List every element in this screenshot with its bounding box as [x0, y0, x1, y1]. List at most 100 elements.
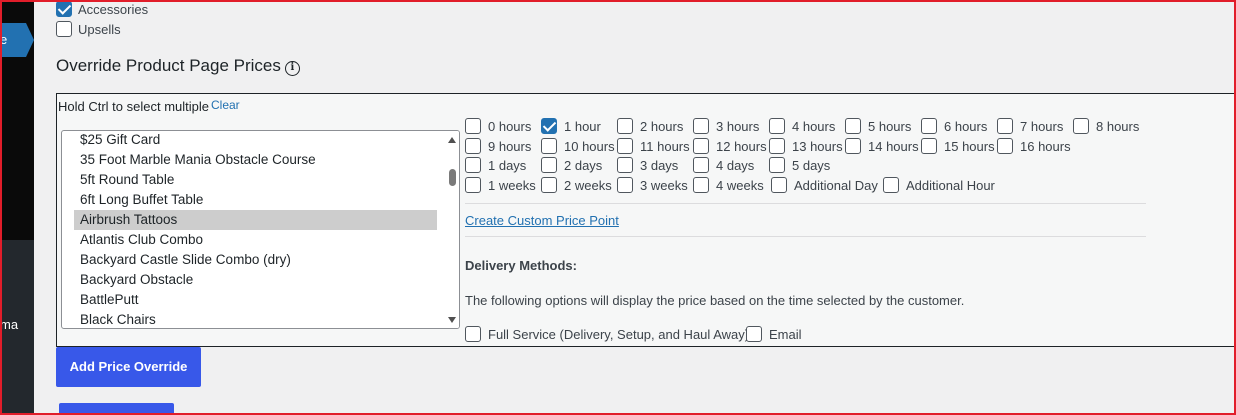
price-point-option[interactable]: 4 hours	[769, 118, 835, 136]
product-option[interactable]: 6ft Long Buffet Table	[74, 190, 437, 210]
price-point-checkbox[interactable]	[541, 138, 557, 154]
delivery-email[interactable]: Email	[746, 326, 802, 344]
product-option[interactable]: 5ft Round Table	[74, 170, 437, 190]
product-option[interactable]: Atlantis Club Combo	[74, 230, 437, 250]
price-point-option[interactable]: Additional Day	[771, 177, 878, 195]
price-point-label: 9 hours	[488, 139, 532, 154]
price-point-checkbox[interactable]	[617, 157, 633, 173]
price-point-checkbox[interactable]	[693, 138, 709, 154]
product-option[interactable]: 35 Foot Marble Mania Obstacle Course	[74, 150, 437, 170]
price-point-checkbox[interactable]	[541, 118, 557, 134]
price-point-checkbox[interactable]	[617, 177, 633, 193]
product-type-accessories[interactable]: Accessories	[56, 1, 148, 19]
price-point-option[interactable]: 8 hours	[1073, 118, 1139, 136]
product-option[interactable]: Backyard Castle Slide Combo (dry)	[74, 250, 437, 270]
add-price-override-button[interactable]: Add Price Override	[56, 347, 201, 387]
price-point-checkbox[interactable]	[883, 177, 899, 193]
price-point-option[interactable]: 7 hours	[997, 118, 1063, 136]
product-listbox[interactable]: $25 Gift Card 35 Foot Marble Mania Obstac…	[61, 130, 460, 329]
price-point-label: 5 days	[792, 158, 831, 173]
price-point-label: 2 weeks	[564, 178, 612, 193]
price-override-panel: Hold Ctrl to select multiple Clear $25 Gi…	[56, 93, 1236, 347]
price-point-option[interactable]: 6 hours	[921, 118, 987, 136]
sidebar-active-arrow	[26, 23, 34, 57]
scroll-down-arrow-icon[interactable]	[448, 317, 456, 323]
price-point-option[interactable]: 5 days	[769, 157, 830, 175]
price-point-option[interactable]: 4 days	[693, 157, 754, 175]
price-point-option[interactable]: 3 weeks	[617, 177, 688, 195]
price-point-checkbox[interactable]	[769, 118, 785, 134]
full-service-label: Full Service (Delivery, Setup, and Haul …	[488, 327, 750, 342]
price-point-option[interactable]: 1 weeks	[465, 177, 536, 195]
scroll-up-arrow-icon[interactable]	[448, 137, 456, 143]
price-point-checkbox[interactable]	[771, 177, 787, 193]
product-option[interactable]: Airbrush Tattoos	[74, 210, 437, 230]
price-point-checkbox[interactable]	[997, 118, 1013, 134]
price-point-option[interactable]: 12 hours	[693, 138, 767, 156]
main-content: Accessories Upsells Override Product Pag…	[34, 0, 1236, 415]
product-option[interactable]: Black Chairs	[74, 310, 437, 328]
product-option[interactable]: BattlePutt	[74, 290, 437, 310]
price-point-checkbox[interactable]	[617, 118, 633, 134]
price-point-checkbox[interactable]	[465, 177, 481, 193]
price-point-option[interactable]: 2 weeks	[541, 177, 612, 195]
price-point-option[interactable]: 2 hours	[617, 118, 683, 136]
price-point-option[interactable]: Additional Hour	[883, 177, 995, 195]
price-point-option[interactable]: 3 days	[617, 157, 678, 175]
product-option[interactable]: Backyard Obstacle	[74, 270, 437, 290]
price-point-option[interactable]: 16 hours	[997, 138, 1071, 156]
price-point-option[interactable]: 0 hours	[465, 118, 531, 136]
sidebar-active-label[interactable]: e	[0, 32, 7, 47]
price-point-label: 1 hour	[564, 119, 601, 134]
divider	[465, 203, 1146, 204]
product-option[interactable]: $25 Gift Card	[74, 131, 437, 150]
secondary-button[interactable]	[59, 403, 174, 415]
price-point-option[interactable]: 14 hours	[845, 138, 919, 156]
price-point-checkbox[interactable]	[769, 138, 785, 154]
price-point-checkbox[interactable]	[617, 138, 633, 154]
price-point-option[interactable]: 11 hours	[617, 138, 690, 156]
price-point-option[interactable]: 9 hours	[465, 138, 531, 156]
price-point-option[interactable]: 4 weeks	[693, 177, 764, 195]
price-point-option[interactable]: 13 hours	[769, 138, 843, 156]
price-point-option[interactable]: 5 hours	[845, 118, 911, 136]
price-point-option[interactable]: 10 hours	[541, 138, 615, 156]
price-point-checkbox[interactable]	[921, 118, 937, 134]
listbox-scrollbar[interactable]	[445, 131, 459, 328]
full-service-checkbox[interactable]	[465, 326, 481, 342]
sidebar-item-label[interactable]: ma	[0, 317, 18, 332]
price-point-checkbox[interactable]	[921, 138, 937, 154]
info-icon[interactable]: i	[284, 61, 300, 76]
price-point-option[interactable]: 1 hour	[541, 118, 601, 136]
create-custom-price-link[interactable]: Create Custom Price Point	[465, 213, 619, 228]
price-point-checkbox[interactable]	[693, 157, 709, 173]
price-point-checkbox[interactable]	[465, 118, 481, 134]
clear-link[interactable]: Clear	[211, 98, 240, 112]
price-point-label: 7 hours	[1020, 119, 1064, 134]
price-point-checkbox[interactable]	[769, 157, 785, 173]
delivery-full-service[interactable]: Full Service (Delivery, Setup, and Haul …	[465, 326, 749, 344]
accessories-label: Accessories	[78, 2, 149, 17]
price-point-checkbox[interactable]	[693, 177, 709, 193]
price-point-checkbox[interactable]	[845, 138, 861, 154]
price-point-option[interactable]: 1 days	[465, 157, 526, 175]
price-point-option[interactable]: 15 hours	[921, 138, 995, 156]
price-point-option[interactable]: 3 hours	[693, 118, 759, 136]
price-point-checkbox[interactable]	[997, 138, 1013, 154]
price-point-checkbox[interactable]	[465, 157, 481, 173]
price-point-checkbox[interactable]	[465, 138, 481, 154]
price-point-checkbox[interactable]	[541, 177, 557, 193]
delivery-methods-description: The following options will display the p…	[465, 293, 965, 308]
price-point-checkbox[interactable]	[845, 118, 861, 134]
price-point-checkbox[interactable]	[541, 157, 557, 173]
email-checkbox[interactable]	[746, 326, 762, 342]
product-type-upsells[interactable]: Upsells	[56, 21, 121, 39]
price-point-option[interactable]: 2 days	[541, 157, 602, 175]
price-point-checkbox[interactable]	[693, 118, 709, 134]
accessories-checkbox[interactable]	[56, 1, 72, 17]
scroll-thumb[interactable]	[449, 169, 456, 186]
price-point-checkbox[interactable]	[1073, 118, 1089, 134]
override-title-text: Override Product Page Prices	[56, 56, 281, 75]
upsells-checkbox[interactable]	[56, 21, 72, 37]
price-point-label: 0 hours	[488, 119, 532, 134]
